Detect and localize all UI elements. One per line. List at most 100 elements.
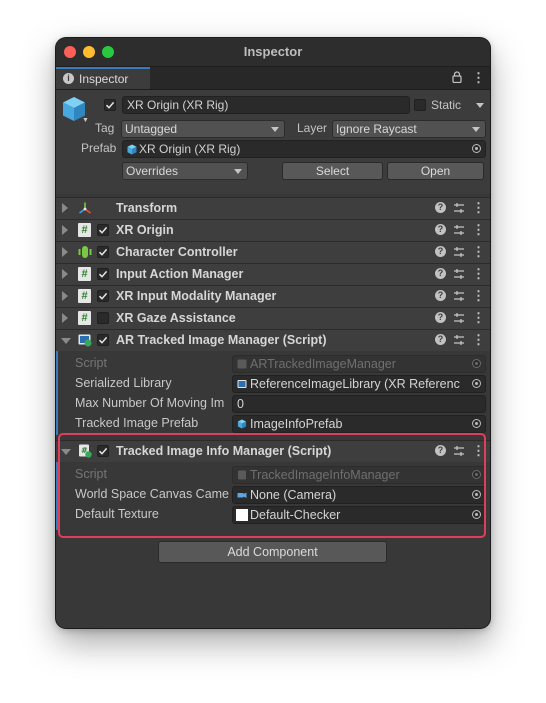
component-row-ar-tracked-image-manager[interactable]: AR Tracked Image Manager (Script) ? ⋮	[56, 329, 490, 351]
object-picker-icon[interactable]	[472, 379, 481, 388]
component-enabled-checkbox[interactable]	[97, 224, 109, 236]
component-enabled-checkbox[interactable]	[97, 290, 109, 302]
serialized-library-field[interactable]: ReferenceImageLibrary (XR Referenc	[232, 375, 486, 393]
script-field: ARTrackedImageManager	[232, 355, 486, 373]
property-label: Script	[75, 467, 107, 481]
component-row-transform[interactable]: Transform ? ⋮	[56, 197, 490, 219]
help-icon[interactable]: ?	[435, 290, 446, 301]
tab-bar: i Inspector ⋮	[56, 67, 490, 90]
foldout-arrow-icon[interactable]	[62, 203, 68, 213]
script-icon: #	[78, 223, 91, 237]
component-row-character-controller[interactable]: Character Controller ? ⋮	[56, 241, 490, 263]
object-picker-icon[interactable]	[472, 490, 481, 499]
script-field: TrackedImageInfoManager	[232, 466, 486, 484]
presets-icon[interactable]	[453, 289, 465, 303]
property-label: Tracked Image Prefab	[75, 416, 199, 430]
component-enabled-checkbox[interactable]	[97, 268, 109, 280]
help-icon[interactable]: ?	[435, 445, 446, 456]
presets-icon[interactable]	[453, 311, 465, 325]
component-row-xr-gaze-assistance[interactable]: # XR Gaze Assistance ? ⋮	[56, 307, 490, 329]
component-row-input-action-manager[interactable]: # Input Action Manager ? ⋮	[56, 263, 490, 285]
script-value: TrackedImageInfoManager	[250, 468, 400, 482]
modified-indicator	[56, 351, 58, 435]
component-enabled-checkbox[interactable]	[97, 445, 109, 457]
ar-manager-properties: Script ARTrackedImageManager Serialized …	[56, 351, 490, 435]
add-component-button[interactable]: Add Component	[158, 541, 387, 563]
script-icon: #	[78, 311, 91, 325]
active-checkbox[interactable]	[104, 99, 116, 111]
camera-icon	[237, 492, 247, 498]
component-menu-icon[interactable]: ⋮	[472, 311, 485, 324]
script-plus-icon: #	[79, 444, 92, 458]
script-icon: #	[78, 289, 91, 303]
presets-icon[interactable]	[453, 267, 465, 281]
modified-indicator	[56, 462, 58, 530]
component-enabled-checkbox[interactable]	[97, 312, 109, 324]
prefab-icon	[237, 419, 247, 429]
component-name: XR Origin	[116, 223, 174, 237]
component-menu-icon[interactable]: ⋮	[472, 201, 485, 214]
component-enabled-checkbox[interactable]	[97, 334, 109, 346]
foldout-arrow-icon[interactable]	[62, 269, 68, 279]
max-moving-images-input[interactable]: 0	[232, 395, 486, 413]
property-label: Serialized Library	[75, 376, 172, 390]
tag-label: Tag	[95, 121, 115, 135]
presets-icon[interactable]	[453, 245, 465, 259]
help-icon[interactable]: ?	[435, 268, 446, 279]
overrides-dropdown[interactable]: Overrides	[122, 162, 248, 180]
tag-dropdown[interactable]: Untagged	[121, 120, 285, 138]
component-enabled-checkbox[interactable]	[97, 246, 109, 258]
object-picker-icon[interactable]	[472, 510, 481, 519]
component-row-tracked-image-info-manager[interactable]: # Tracked Image Info Manager (Script) ? …	[56, 440, 490, 462]
object-picker-icon[interactable]	[472, 419, 481, 428]
presets-icon[interactable]	[453, 201, 465, 215]
icon-dropdown-arrow-icon[interactable]: ▼	[82, 117, 89, 124]
script-asset-icon	[238, 470, 246, 480]
foldout-arrow-icon[interactable]	[62, 291, 68, 301]
component-row-xr-origin[interactable]: # XR Origin ? ⋮	[56, 219, 490, 241]
tracked-image-prefab-field[interactable]: ImageInfoPrefab	[232, 415, 486, 433]
object-picker-icon[interactable]	[472, 144, 481, 153]
help-icon[interactable]: ?	[435, 202, 446, 213]
tag-value: Untagged	[125, 122, 178, 136]
component-menu-icon[interactable]: ⋮	[472, 444, 485, 457]
property-label: Max Number Of Moving Im	[75, 396, 225, 410]
component-menu-icon[interactable]: ⋮	[472, 245, 485, 258]
property-label: Default Texture	[75, 507, 159, 521]
presets-icon[interactable]	[453, 444, 465, 458]
component-menu-icon[interactable]: ⋮	[472, 289, 485, 302]
object-picker-icon	[472, 359, 481, 368]
tab-inspector[interactable]: i Inspector	[56, 67, 150, 89]
presets-icon[interactable]	[453, 223, 465, 237]
foldout-arrow-icon[interactable]	[62, 313, 68, 323]
component-menu-icon[interactable]: ⋮	[472, 267, 485, 280]
component-menu-icon[interactable]: ⋮	[472, 223, 485, 236]
script-icon: #	[78, 267, 91, 281]
component-name: AR Tracked Image Manager (Script)	[116, 333, 327, 347]
static-checkbox[interactable]	[414, 99, 426, 111]
component-row-xr-input-modality-manager[interactable]: # XR Input Modality Manager ? ⋮	[56, 285, 490, 307]
foldout-arrow-icon[interactable]	[62, 225, 68, 235]
help-icon[interactable]: ?	[435, 246, 446, 257]
help-icon[interactable]: ?	[435, 334, 446, 345]
component-menu-icon[interactable]: ⋮	[472, 333, 485, 346]
world-space-canvas-camera-field[interactable]: None (Camera)	[232, 486, 486, 504]
select-button[interactable]: Select	[282, 162, 383, 180]
overrides-label: Overrides	[126, 164, 179, 178]
help-icon[interactable]: ?	[435, 312, 446, 323]
prefab-field[interactable]: XR Origin (XR Rig)	[122, 140, 486, 158]
lock-icon[interactable]	[452, 71, 462, 83]
script-value: ARTrackedImageManager	[250, 357, 396, 371]
help-icon[interactable]: ?	[435, 224, 446, 235]
tab-menu-icon[interactable]: ⋮	[472, 71, 485, 84]
chevron-down-icon	[472, 127, 480, 132]
default-texture-field[interactable]: Default-Checker	[232, 506, 486, 524]
static-dropdown-icon[interactable]	[476, 103, 484, 108]
presets-icon[interactable]	[453, 333, 465, 347]
gameobject-name-input[interactable]: XR Origin (XR Rig)	[122, 96, 410, 114]
foldout-arrow-icon[interactable]	[61, 338, 71, 344]
layer-dropdown[interactable]: Ignore Raycast	[332, 120, 486, 138]
open-button[interactable]: Open	[387, 162, 484, 180]
foldout-arrow-icon[interactable]	[62, 247, 68, 257]
foldout-arrow-icon[interactable]	[61, 449, 71, 455]
